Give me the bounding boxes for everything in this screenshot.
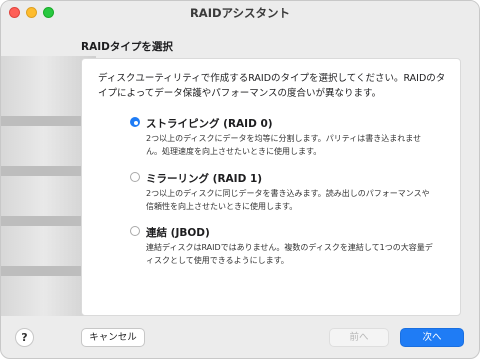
radio-button-selected[interactable] bbox=[130, 117, 140, 127]
cancel-button[interactable]: キャンセル bbox=[81, 328, 145, 347]
title-bar: RAIDアシスタント bbox=[1, 1, 479, 23]
option-label: ミラーリング (RAID 1) bbox=[146, 173, 263, 185]
radio-button[interactable] bbox=[130, 226, 140, 236]
raid-assistant-window: RAIDアシスタント RAIDタイプを選択 ディスクユーティリティで作成するRA… bbox=[0, 0, 480, 359]
section-title: RAIDタイプを選択 bbox=[81, 41, 173, 53]
help-button[interactable]: ? bbox=[15, 328, 34, 347]
option-label: ストライピング (RAID 0) bbox=[146, 118, 273, 130]
option-description: 2つ以上のディスクにデータを均等に分割します。パリティは書き込まれません。処理速… bbox=[146, 134, 422, 156]
intro-text: ディスクユーティリティで作成するRAIDのタイプを選択してください。RAIDのタ… bbox=[98, 73, 446, 99]
window-title: RAIDアシスタント bbox=[189, 6, 291, 20]
option-description: 2つ以上のディスクに同じデータを書き込みます。読み出しのパフォーマンスや信頼性を… bbox=[146, 189, 430, 211]
next-button[interactable]: 次へ bbox=[400, 328, 464, 347]
back-button[interactable]: 前へ bbox=[329, 328, 389, 347]
raid-type-panel: ディスクユーティリティで作成するRAIDのタイプを選択してください。RAIDのタ… bbox=[81, 58, 461, 316]
option-label: 連結 (JBOD) bbox=[146, 227, 210, 239]
radio-button[interactable] bbox=[130, 172, 140, 182]
option-description: 連結ディスクはRAIDではありません。複数のディスクを連結して1つの大容量ディス… bbox=[146, 243, 433, 265]
